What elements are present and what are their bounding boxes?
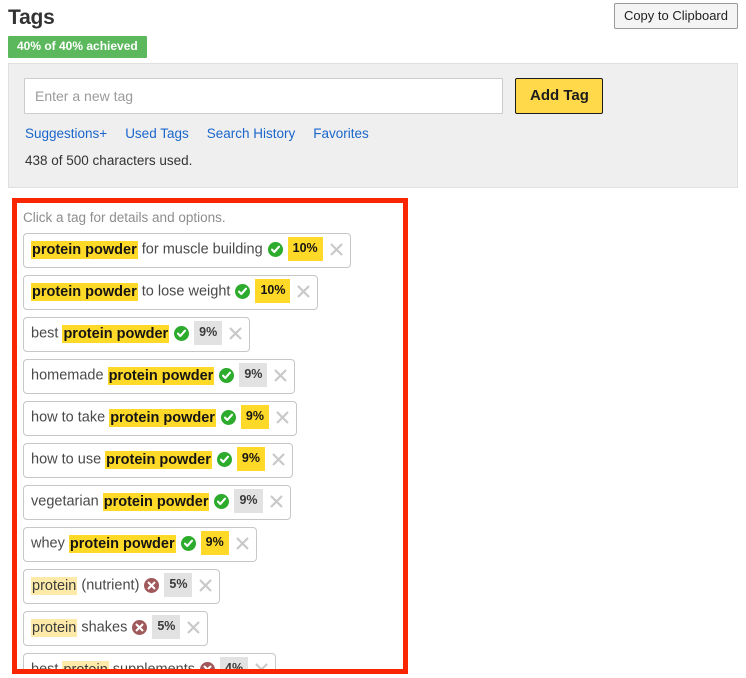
tag-keyword-highlight: protein powder — [108, 367, 215, 385]
tag-pill[interactable]: protein powder for muscle building 10% — [23, 233, 351, 268]
check-circle-icon — [221, 410, 236, 425]
tag-percent-badge: 10% — [288, 237, 323, 261]
link-search-history[interactable]: Search History — [207, 126, 296, 141]
tag-row: protein shakes 5% — [17, 611, 403, 653]
tag-keyword-highlight: protein powder — [62, 325, 169, 343]
tag-pill[interactable]: homemade protein powder 9% — [23, 359, 295, 394]
remove-tag-icon[interactable] — [270, 495, 283, 508]
tag-pill[interactable]: how to use protein powder 9% — [23, 443, 293, 478]
x-circle-icon — [200, 662, 215, 670]
remove-tag-icon[interactable] — [330, 243, 343, 256]
tag-text-segment: vegetarian — [31, 494, 103, 510]
link-suggestions[interactable]: Suggestions+ — [25, 126, 107, 141]
tag-row: how to use protein powder 9% — [17, 443, 403, 485]
tag-pill[interactable]: best protein powder 9% — [23, 317, 250, 352]
tag-keyword-highlight: protein — [31, 577, 77, 595]
tag-list-hint: Click a tag for details and options. — [17, 203, 403, 226]
tag-percent-badge: 9% — [239, 363, 267, 387]
tag-rows-container: protein powder for muscle building10%pro… — [17, 233, 403, 669]
add-tag-button[interactable]: Add Tag — [515, 78, 603, 114]
tag-row: protein (nutrient) 5% — [17, 569, 403, 611]
remove-tag-icon[interactable] — [297, 285, 310, 298]
tag-row: whey protein powder 9% — [17, 527, 403, 569]
tag-pill[interactable]: how to take protein powder 9% — [23, 401, 297, 436]
copy-to-clipboard-button[interactable]: Copy to Clipboard — [614, 3, 738, 29]
tag-percent-badge: 5% — [164, 573, 192, 597]
tag-text-segment: best — [31, 662, 62, 670]
remove-tag-icon[interactable] — [274, 369, 287, 382]
tag-keyword-highlight: protein powder — [109, 409, 216, 427]
tag-pill[interactable]: protein (nutrient) 5% — [23, 569, 220, 604]
tag-text-segment: supplements — [109, 662, 195, 670]
tag-row: protein powder to lose weight 10% — [17, 275, 403, 317]
achieved-status-badge: 40% of 40% achieved — [8, 36, 147, 58]
remove-tag-icon[interactable] — [272, 453, 285, 466]
check-circle-icon — [174, 326, 189, 341]
remove-tag-icon[interactable] — [255, 663, 268, 670]
tag-row: how to take protein powder 9% — [17, 401, 403, 443]
tag-text-segment: shakes — [77, 620, 127, 636]
tag-keyword-highlight: protein powder — [103, 493, 210, 511]
check-circle-icon — [219, 368, 234, 383]
tag-keyword-highlight: protein — [62, 661, 108, 670]
check-circle-icon — [181, 536, 196, 551]
tag-pill[interactable]: best protein supplements 4% — [23, 653, 276, 669]
tag-row: best protein powder 9% — [17, 317, 403, 359]
new-tag-input[interactable] — [24, 78, 503, 114]
tag-entry-panel: Add Tag Suggestions+ Used Tags Search Hi… — [8, 63, 738, 188]
tag-pill[interactable]: vegetarian protein powder 9% — [23, 485, 291, 520]
tag-text-segment: homemade — [31, 368, 108, 384]
tag-keyword-highlight: protein powder — [31, 283, 138, 301]
tag-text-segment: for muscle building — [138, 242, 263, 258]
tag-pill[interactable]: protein powder to lose weight 10% — [23, 275, 318, 310]
tag-percent-badge: 9% — [194, 321, 222, 345]
remove-tag-icon[interactable] — [236, 537, 249, 550]
x-circle-icon — [144, 578, 159, 593]
remove-tag-icon[interactable] — [229, 327, 242, 340]
tag-percent-badge: 4% — [220, 657, 248, 669]
check-circle-icon — [214, 494, 229, 509]
page-header: Tags Copy to Clipboard 40% of 40% achiev… — [0, 0, 746, 58]
tag-row: best protein supplements 4% — [17, 653, 403, 669]
tag-pill[interactable]: protein shakes 5% — [23, 611, 208, 646]
tag-row: protein powder for muscle building 10% — [17, 233, 403, 275]
check-circle-icon — [235, 284, 250, 299]
tag-text-segment: how to use — [31, 452, 105, 468]
tag-row: homemade protein powder 9% — [17, 359, 403, 401]
tag-percent-badge: 9% — [237, 447, 265, 471]
remove-tag-icon[interactable] — [276, 411, 289, 424]
check-circle-icon — [268, 242, 283, 257]
panel-links: Suggestions+ Used Tags Search History Fa… — [24, 126, 737, 141]
remove-tag-icon[interactable] — [199, 579, 212, 592]
link-used-tags[interactable]: Used Tags — [125, 126, 189, 141]
tag-percent-badge: 9% — [201, 531, 229, 555]
remove-tag-icon[interactable] — [187, 621, 200, 634]
tag-keyword-highlight: protein — [31, 619, 77, 637]
tag-keyword-highlight: protein powder — [31, 241, 138, 259]
tag-text-segment: (nutrient) — [77, 578, 139, 594]
tag-percent-badge: 9% — [241, 405, 269, 429]
tag-keyword-highlight: protein powder — [105, 451, 212, 469]
tag-text-segment: to lose weight — [138, 284, 231, 300]
tag-text-segment: how to take — [31, 410, 109, 426]
x-circle-icon — [132, 620, 147, 635]
tag-pill[interactable]: whey protein powder 9% — [23, 527, 257, 562]
tag-percent-badge: 9% — [234, 489, 262, 513]
tag-list-region: Click a tag for details and options. pro… — [17, 203, 403, 669]
character-count-text: 438 of 500 characters used. — [24, 153, 737, 168]
tag-percent-badge: 5% — [152, 615, 180, 639]
check-circle-icon — [217, 452, 232, 467]
tag-text-segment: best — [31, 326, 62, 342]
link-favorites[interactable]: Favorites — [313, 126, 369, 141]
tag-percent-badge: 10% — [255, 279, 290, 303]
tag-keyword-highlight: protein powder — [69, 535, 176, 553]
tag-text-segment: whey — [31, 536, 69, 552]
tag-row: vegetarian protein powder 9% — [17, 485, 403, 527]
